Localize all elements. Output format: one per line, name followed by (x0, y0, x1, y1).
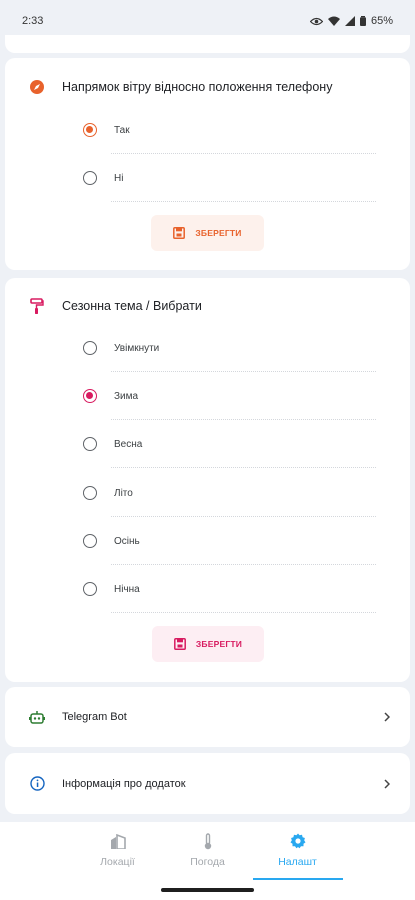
radio-button[interactable] (83, 486, 97, 500)
radio-button[interactable] (83, 582, 97, 596)
radio-button[interactable] (83, 534, 97, 548)
theme-card-header: Сезонна тема / Вибрати (29, 298, 202, 314)
battery-icon (359, 16, 366, 26)
home-indicator[interactable] (161, 888, 254, 892)
nav-item-locations[interactable]: Локації (73, 822, 163, 880)
signal-icon (344, 16, 355, 26)
app-info-label: Інформація про додаток (62, 777, 186, 790)
nav-item-weather[interactable]: Погода (163, 822, 253, 880)
compass-icon (29, 79, 45, 95)
option-label: Весна (114, 438, 143, 450)
wind-card-header: Напрямок вітру відносно положення телефо… (29, 79, 332, 95)
app-info-card[interactable]: Інформація про додаток (5, 753, 410, 814)
radio-option-yes[interactable]: Так (78, 106, 376, 154)
wifi-icon (327, 16, 340, 26)
telegram-bot-label: Telegram Bot (62, 711, 127, 723)
radio-button[interactable] (83, 171, 97, 185)
radio-option-no[interactable]: Ні (78, 154, 376, 202)
wind-save-button[interactable]: ЗБЕРЕГТИ (151, 215, 264, 251)
nav-label: Налашт (278, 856, 317, 868)
option-label: Літо (114, 487, 133, 499)
eye-icon (309, 17, 323, 26)
seasonal-theme-card: Сезонна тема / Вибрати Увімкнути Зима Ве… (5, 278, 410, 682)
save-icon (173, 638, 186, 650)
option-label: Осінь (114, 535, 140, 547)
option-label: Зима (114, 390, 139, 402)
gear-icon (290, 832, 306, 850)
gesture-bar (0, 880, 415, 900)
app-info-row[interactable]: Інформація про додаток (5, 753, 410, 814)
status-time: 2:33 (22, 15, 44, 27)
chevron-right-icon (384, 778, 390, 789)
nav-label: Локації (100, 856, 135, 868)
thermometer-icon (204, 832, 212, 850)
wind-direction-card: Напрямок вітру відносно положення телефо… (5, 58, 410, 270)
chevron-right-icon (384, 712, 390, 722)
radio-option-enable[interactable]: Увімкнути (78, 324, 376, 372)
battery-level: 65% (370, 15, 393, 27)
radio-button[interactable] (83, 437, 97, 451)
nav-item-settings[interactable]: Налашт (252, 822, 343, 880)
radio-option-autumn[interactable]: Осінь (78, 517, 376, 565)
radio-option-winter[interactable]: Зима (78, 372, 376, 420)
radio-button[interactable] (83, 123, 97, 137)
nav-label: Погода (190, 856, 225, 868)
radio-button[interactable] (83, 341, 97, 355)
theme-save-button[interactable]: ЗБЕРЕГТИ (152, 626, 264, 662)
paint-roller-icon (29, 298, 45, 314)
option-label: Так (114, 124, 130, 136)
save-button-label: ЗБЕРЕГТИ (195, 228, 242, 238)
telegram-bot-row[interactable]: Telegram Bot (5, 687, 410, 747)
option-label: Увімкнути (114, 342, 160, 354)
theme-card-title: Сезонна тема / Вибрати (62, 299, 202, 313)
previous-card-bottom (5, 35, 410, 53)
info-icon (29, 776, 45, 792)
save-button-label: ЗБЕРЕГТИ (195, 639, 243, 649)
option-label: Ні (114, 172, 124, 184)
bottom-navigation: Локації Погода Налашт (0, 822, 415, 880)
wind-card-title: Напрямок вітру відносно положення телефо… (62, 80, 333, 94)
radio-option-summer[interactable]: Літо (78, 469, 376, 517)
robot-icon (29, 709, 45, 725)
buildings-icon (110, 832, 126, 850)
radio-button[interactable] (83, 389, 97, 403)
telegram-bot-card[interactable]: Telegram Bot (5, 687, 410, 747)
option-label: Нічна (114, 583, 140, 595)
radio-option-spring[interactable]: Весна (78, 420, 376, 468)
save-icon (173, 227, 186, 239)
radio-option-night[interactable]: Нічна (78, 565, 376, 613)
